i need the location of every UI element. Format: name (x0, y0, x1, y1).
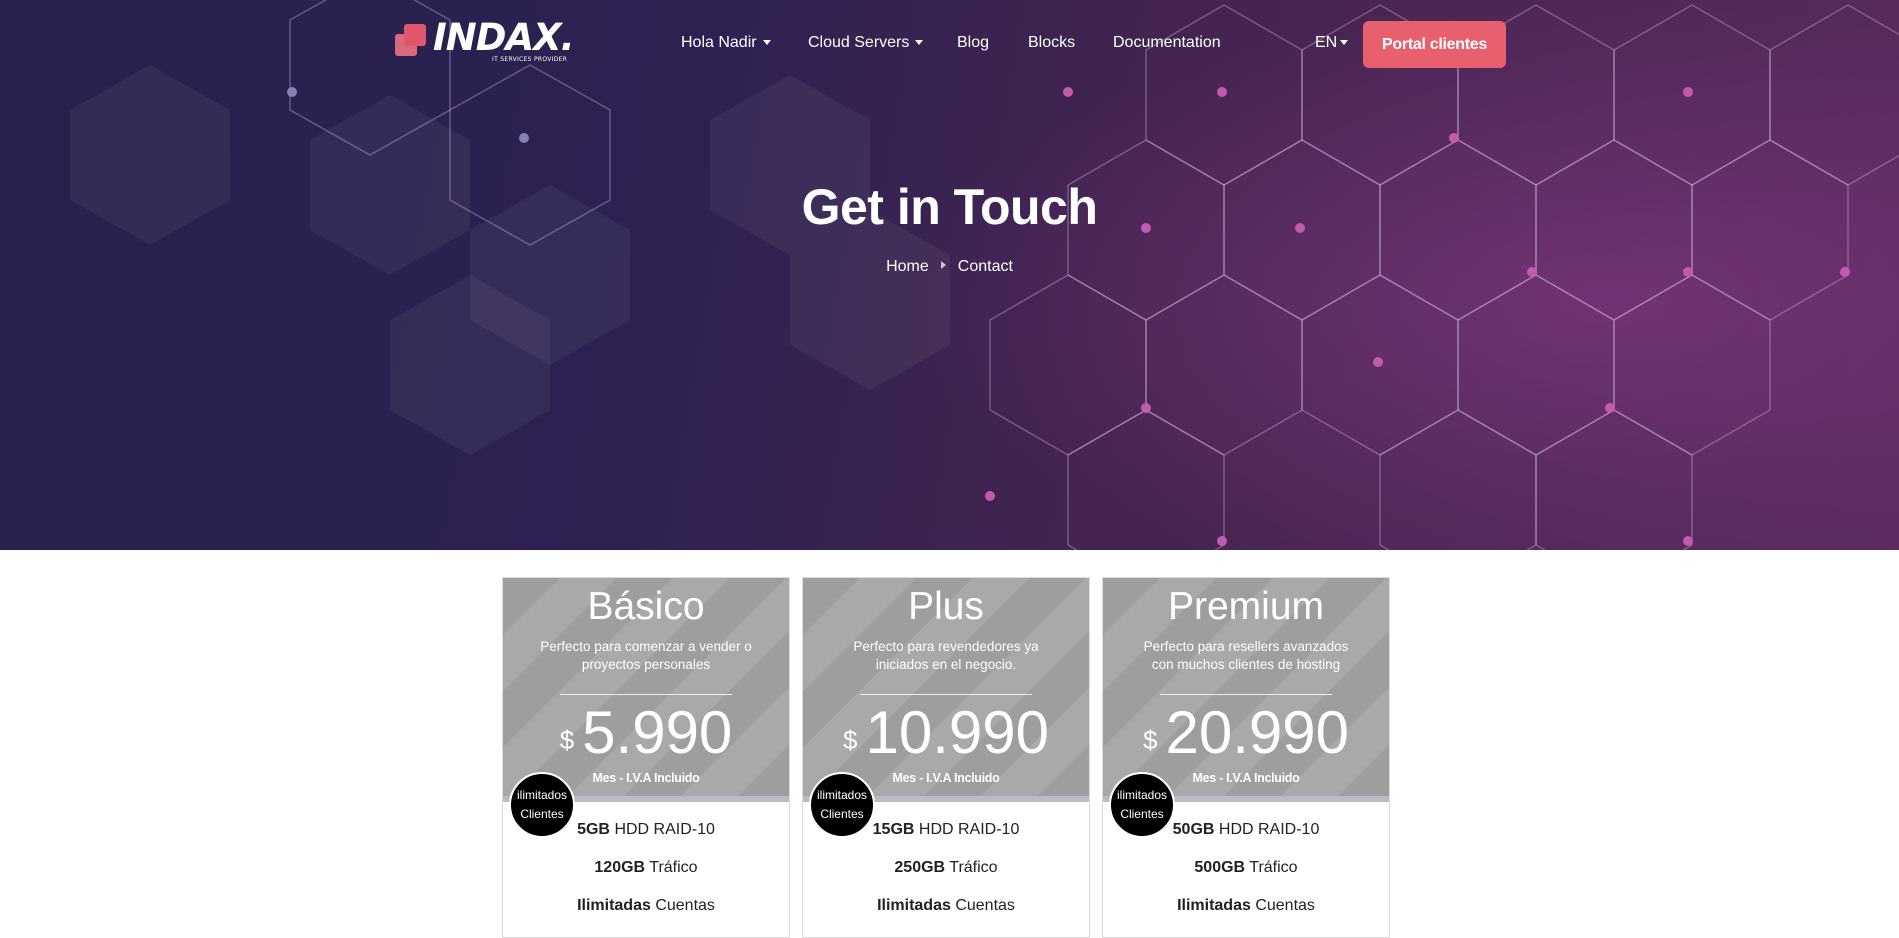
language-selector[interactable]: EN (1315, 34, 1349, 52)
nav-item-label: Blog (957, 34, 990, 51)
pricing-card-header: Básico Perfecto para comenzar a vender o… (503, 578, 789, 800)
feature-value: 50GB (1172, 821, 1215, 838)
feature-item: Ilimitadas Cuentas (803, 897, 1089, 915)
feature-label: Cuentas (655, 897, 715, 914)
price-value: 5.990 (582, 699, 733, 766)
feature-value: Ilimitadas (577, 897, 651, 914)
page-title: Get in Touch (801, 179, 1098, 235)
feature-item: 120GB Tráfico (503, 859, 789, 877)
feature-label: HDD RAID-10 (1218, 821, 1320, 838)
feature-item: 5GB HDD RAID-10 (503, 821, 789, 839)
plan-price: $5.990 (503, 698, 789, 767)
feature-label: Tráfico (649, 859, 698, 876)
feature-item: 500GB Tráfico (1103, 859, 1389, 877)
pricing-card-header: Premium Perfecto para resellers avanzado… (1103, 578, 1389, 800)
price-value: 20.990 (1165, 699, 1349, 766)
plan-name: Básico (587, 585, 705, 628)
price-currency: $ (1143, 725, 1158, 755)
logo-tagline: IT SERVICES PROVIDER (492, 56, 568, 63)
feature-item: Ilimitadas Cuentas (503, 897, 789, 915)
price-currency: $ (843, 725, 858, 755)
plan-description: Perfecto para comenzar a vender o proyec… (540, 639, 752, 672)
pricing-card-premium: Premium Perfecto para resellers avanzado… (1102, 577, 1390, 938)
portal-clientes-button[interactable]: Portal clientes (1363, 21, 1506, 68)
feature-value: 500GB (1194, 859, 1246, 876)
plan-description: Perfecto para resellers avanzados con mu… (1143, 639, 1349, 672)
price-currency: $ (559, 725, 575, 755)
feature-item: 50GB HDD RAID-10 (1103, 821, 1389, 839)
feature-value: Ilimitadas (1177, 897, 1251, 914)
feature-item: Ilimitadas Cuentas (1103, 897, 1389, 915)
nav-item-blocks[interactable]: Blocks (1028, 34, 1075, 52)
divider (860, 694, 1032, 695)
pricing-card-plus: Plus Perfecto para revendedores ya inici… (802, 577, 1090, 938)
feature-label: Cuentas (955, 897, 1015, 914)
feature-label: HDD RAID-10 (918, 821, 1020, 838)
breadcrumb-separator-icon (940, 260, 946, 269)
feature-label: HDD RAID-10 (614, 821, 715, 838)
breadcrumb-current: Contact (957, 258, 1013, 275)
feature-value: 15GB (872, 821, 915, 838)
plan-description: Perfecto para revendedores ya iniciados … (853, 639, 1039, 672)
plan-price: $10.990 (803, 698, 1089, 767)
divider (560, 694, 732, 695)
plan-name: Plus (908, 585, 984, 628)
nav-item-label: Documentation (1113, 34, 1221, 51)
feature-item: 250GB Tráfico (803, 859, 1089, 877)
feature-value: Ilimitadas (877, 897, 951, 914)
price-value: 10.990 (865, 699, 1049, 766)
chevron-down-icon (915, 40, 924, 46)
nav-item-documentation[interactable]: Documentation (1113, 34, 1221, 52)
nav-item-label: Cloud Servers (808, 34, 910, 51)
pricing-card-header: Plus Perfecto para revendedores ya inici… (803, 578, 1089, 800)
feature-value: 250GB (894, 859, 946, 876)
nav-item-label: Blocks (1028, 34, 1076, 51)
breadcrumb-home-link[interactable]: Home (886, 258, 929, 275)
badge-line: ilimitados (816, 788, 867, 802)
logo-wordmark: INDAX. (433, 16, 575, 59)
plan-name: Premium (1167, 585, 1325, 628)
plan-price: $20.990 (1103, 698, 1389, 767)
language-label: EN (1315, 34, 1338, 51)
feature-value: 120GB (594, 859, 646, 876)
chevron-down-icon (762, 40, 771, 46)
logo-square-icon (404, 24, 426, 46)
nav-item-hola-nadir[interactable]: Hola Nadir (681, 34, 771, 52)
chevron-down-icon (1340, 40, 1349, 46)
badge-line: ilimitados (516, 788, 567, 802)
brand-logo[interactable]: INDAX. IT SERVICES PROVIDER (395, 16, 575, 70)
pricing-card-basico: Básico Perfecto para comenzar a vender o… (502, 577, 790, 938)
feature-label: Tráfico (949, 859, 998, 876)
breadcrumb: Home Contact (0, 258, 1899, 276)
badge-line: ilimitados (1116, 788, 1167, 802)
feature-value: 5GB (577, 821, 610, 838)
top-navigation: INDAX. IT SERVICES PROVIDER Hola Nadir C… (0, 0, 1899, 90)
nav-item-cloud-servers[interactable]: Cloud Servers (808, 34, 924, 52)
feature-label: Cuentas (1255, 897, 1315, 914)
nav-item-blog[interactable]: Blog (957, 34, 989, 52)
divider (1160, 694, 1332, 695)
feature-label: Tráfico (1249, 859, 1298, 876)
feature-item: 15GB HDD RAID-10 (803, 821, 1089, 839)
nav-item-label: Hola Nadir (681, 34, 757, 51)
